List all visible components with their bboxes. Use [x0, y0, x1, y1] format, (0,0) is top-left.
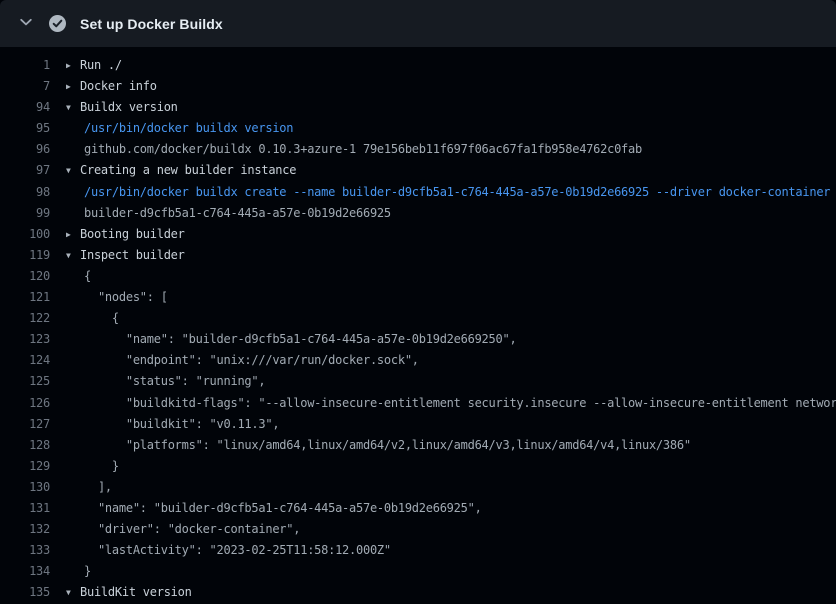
log-group-line[interactable]: 1 ▶Run ./: [0, 55, 836, 76]
output-text: "driver": "docker-container",: [84, 522, 300, 536]
line-number[interactable]: 99: [0, 203, 50, 224]
log-group-line[interactable]: 100 ▶Booting builder: [0, 224, 836, 245]
output-text: {: [84, 311, 119, 325]
command-text: /usr/bin/docker buildx create --name bui…: [84, 185, 830, 199]
log-line: 131 "name": "builder-d9cfb5a1-c764-445a-…: [0, 498, 836, 519]
group-title: Inspect builder: [80, 248, 185, 262]
log-line: 125 "status": "running",: [0, 371, 836, 392]
log-line: 123 "name": "builder-d9cfb5a1-c764-445a-…: [0, 329, 836, 350]
line-number[interactable]: 121: [0, 287, 50, 308]
line-number[interactable]: 131: [0, 498, 50, 519]
line-number[interactable]: 7: [0, 76, 50, 97]
step-header[interactable]: Set up Docker Buildx: [0, 0, 836, 47]
line-number[interactable]: 97: [0, 160, 50, 181]
group-title: Buildx version: [80, 100, 178, 114]
log-line: 127 "buildkit": "v0.11.3",: [0, 414, 836, 435]
triangle-down-icon: ▼: [66, 245, 80, 266]
output-text: "buildkit": "v0.11.3",: [84, 417, 279, 431]
group-title: Docker info: [80, 79, 157, 93]
log-line: 130 ],: [0, 477, 836, 498]
log-line: 95/usr/bin/docker buildx version: [0, 118, 836, 139]
log-line: 126 "buildkitd-flags": "--allow-insecure…: [0, 393, 836, 414]
line-number[interactable]: 128: [0, 435, 50, 456]
log-line: 99 builder-d9cfb5a1-c764-445a-a57e-0b19d2…: [0, 203, 836, 224]
log-group-line[interactable]: 94 ▼Buildx version: [0, 97, 836, 118]
step-title: Set up Docker Buildx: [80, 16, 223, 32]
line-number[interactable]: 123: [0, 329, 50, 350]
log-line: 128 "platforms": "linux/amd64,linux/amd6…: [0, 435, 836, 456]
line-number[interactable]: 133: [0, 540, 50, 561]
line-number[interactable]: 130: [0, 477, 50, 498]
output-text: "name": "builder-d9cfb5a1-c764-445a-a57e…: [84, 501, 482, 515]
log-line: 98/usr/bin/docker buildx create --name b…: [0, 182, 836, 203]
line-number[interactable]: 96: [0, 139, 50, 160]
log: 1▶Run ./7▶Docker info94▼Buildx version95…: [0, 47, 836, 604]
command-text: /usr/bin/docker buildx version: [84, 121, 293, 135]
line-number[interactable]: 127: [0, 414, 50, 435]
triangle-down-icon: ▼: [66, 160, 80, 181]
output-text: }: [84, 459, 119, 473]
output-text: "endpoint": "unix:///var/run/docker.sock…: [84, 353, 419, 367]
line-number[interactable]: 120: [0, 266, 50, 287]
log-group-line[interactable]: 7 ▶Docker info: [0, 76, 836, 97]
output-text: "name": "builder-d9cfb5a1-c764-445a-a57e…: [84, 332, 516, 346]
chevron-down-icon: [18, 14, 34, 33]
output-text: "status": "running",: [84, 374, 265, 388]
group-title: BuildKit version: [80, 585, 192, 599]
log-group-line[interactable]: 119 ▼Inspect builder: [0, 245, 836, 266]
output-text: builder-d9cfb5a1-c764-445a-a57e-0b19d2e6…: [84, 206, 391, 220]
log-line: 134}: [0, 561, 836, 582]
line-number[interactable]: 122: [0, 308, 50, 329]
triangle-right-icon: ▶: [66, 76, 80, 97]
log-line: 129 }: [0, 456, 836, 477]
line-number[interactable]: 134: [0, 561, 50, 582]
line-number[interactable]: 126: [0, 393, 50, 414]
output-text: "lastActivity": "2023-02-25T11:58:12.000…: [84, 543, 391, 557]
log-line: 122 {: [0, 308, 836, 329]
group-title: Booting builder: [80, 227, 185, 241]
line-number[interactable]: 100: [0, 224, 50, 245]
collapse-step-button[interactable]: [12, 10, 40, 38]
line-number[interactable]: 125: [0, 371, 50, 392]
line-number[interactable]: 132: [0, 519, 50, 540]
line-number[interactable]: 119: [0, 245, 50, 266]
line-number[interactable]: 94: [0, 97, 50, 118]
log-line: 124 "endpoint": "unix:///var/run/docker.…: [0, 350, 836, 371]
line-number[interactable]: 135: [0, 582, 50, 603]
output-text: ],: [84, 480, 112, 494]
output-text: "platforms": "linux/amd64,linux/amd64/v2…: [84, 438, 691, 452]
output-text: "buildkitd-flags": "--allow-insecure-ent…: [84, 396, 836, 410]
log-line: 121 "nodes": [: [0, 287, 836, 308]
line-number[interactable]: 129: [0, 456, 50, 477]
group-title: Run ./: [80, 58, 122, 72]
triangle-right-icon: ▶: [66, 224, 80, 245]
line-number[interactable]: 95: [0, 118, 50, 139]
triangle-right-icon: ▶: [66, 55, 80, 76]
log-line: 133 "lastActivity": "2023-02-25T11:58:12…: [0, 540, 836, 561]
line-number[interactable]: 124: [0, 350, 50, 371]
output-text: github.com/docker/buildx 0.10.3+azure-1 …: [84, 142, 642, 156]
log-group-line[interactable]: 97 ▼Creating a new builder instance: [0, 160, 836, 181]
line-number[interactable]: 1: [0, 55, 50, 76]
output-text: }: [84, 564, 91, 578]
log-group-line[interactable]: 135 ▼BuildKit version: [0, 582, 836, 603]
log-line: 120 {: [0, 266, 836, 287]
step-status-check-circle-icon: [42, 9, 72, 39]
log-line: 96 github.com/docker/buildx 0.10.3+azure-…: [0, 139, 836, 160]
output-text: {: [84, 269, 91, 283]
group-title: Creating a new builder instance: [80, 163, 296, 177]
output-text: "nodes": [: [84, 290, 168, 304]
triangle-down-icon: ▼: [66, 582, 80, 603]
line-number[interactable]: 98: [0, 182, 50, 203]
triangle-down-icon: ▼: [66, 97, 80, 118]
log-line: 132 "driver": "docker-container",: [0, 519, 836, 540]
